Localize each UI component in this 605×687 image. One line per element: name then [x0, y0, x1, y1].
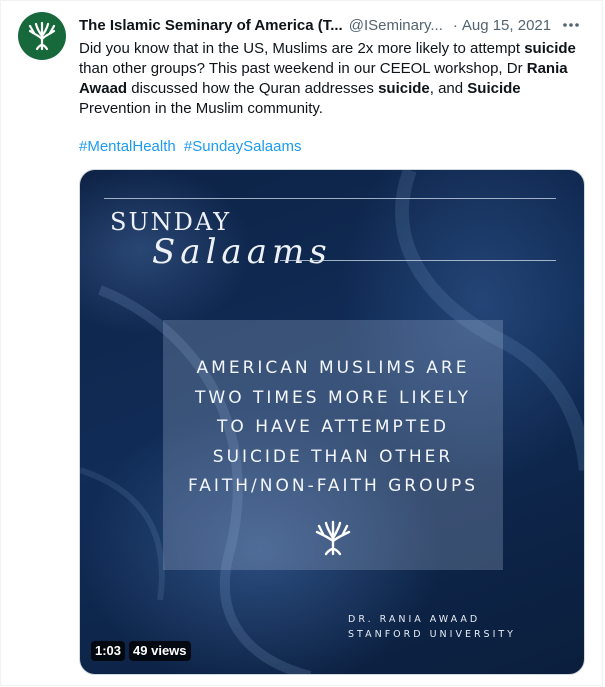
avatar[interactable]	[18, 12, 66, 60]
duration-badge: 1:03	[91, 641, 126, 661]
views-badge: 49 views	[129, 641, 191, 661]
hashtags: #MentalHealth #SundaySalaams	[79, 137, 305, 157]
highlighted-keyword: Suicide	[467, 80, 521, 97]
quote-line: SUICIDE THAN OTHER	[212, 446, 454, 467]
quote-box: AMERICAN MUSLIMS ARE TWO TIMES MORE LIKE…	[163, 320, 503, 570]
highlighted-keyword: suicide	[524, 40, 576, 57]
hashtag-sundaysalaams[interactable]: #SundaySalaams	[184, 138, 302, 155]
credit: DR. RANIA AWAAD STANFORD UNIVERSITY	[348, 612, 516, 642]
tweet-text-segment: than other groups? This past weekend in …	[79, 60, 527, 77]
video-badges: 1:03 49 views	[91, 641, 191, 661]
quote-line: FAITH/NON-FAITH GROUPS	[188, 476, 478, 496]
tree-logo-icon	[315, 520, 351, 556]
tweet-text: Did you know that in the US, Muslims are…	[79, 39, 591, 119]
top-rule	[104, 198, 556, 199]
highlighted-keyword: suicide	[378, 80, 430, 97]
author-handle[interactable]: @ISeminary...	[349, 17, 443, 34]
tweet-text-segment: , and	[429, 80, 468, 97]
tweet-header: The Islamic Seminary of America (T... @I…	[79, 14, 589, 36]
tweet[interactable]: The Islamic Seminary of America (T... @I…	[0, 0, 603, 686]
quote-line: AMERICAN MUSLIMS ARE	[196, 358, 470, 378]
title-underline	[280, 260, 556, 261]
more-dots-icon	[563, 23, 579, 27]
separator-dot: ·	[452, 16, 458, 34]
tweet-text-segment: discussed how the Quran addresses	[127, 80, 379, 97]
quote-line: TWO TIMES MORE LIKELY	[195, 387, 471, 408]
tweet-text-segment: Prevention in the Muslim community.	[79, 100, 323, 117]
tweet-text-segment: Did you know that in the US, Muslims are…	[79, 40, 525, 57]
salaams-title: Salaams	[152, 232, 332, 272]
quote-text: AMERICAN MUSLIMS ARE TWO TIMES MORE LIKE…	[163, 354, 503, 502]
credit-affiliation: STANFORD UNIVERSITY	[348, 629, 516, 640]
credit-name: DR. RANIA AWAAD	[348, 614, 481, 625]
author-name[interactable]: The Islamic Seminary of America (T...	[79, 17, 343, 34]
tree-logo-icon	[28, 21, 56, 51]
more-options-button[interactable]	[557, 14, 585, 36]
tweet-date[interactable]: Aug 15, 2021	[462, 17, 551, 34]
quote-line: TO HAVE ATTEMPTED	[217, 417, 449, 437]
hashtag-mentalhealth[interactable]: #MentalHealth	[79, 138, 176, 155]
video-player[interactable]: SUNDAY Salaams AMERICAN MUSLIMS ARE TWO …	[79, 169, 585, 675]
